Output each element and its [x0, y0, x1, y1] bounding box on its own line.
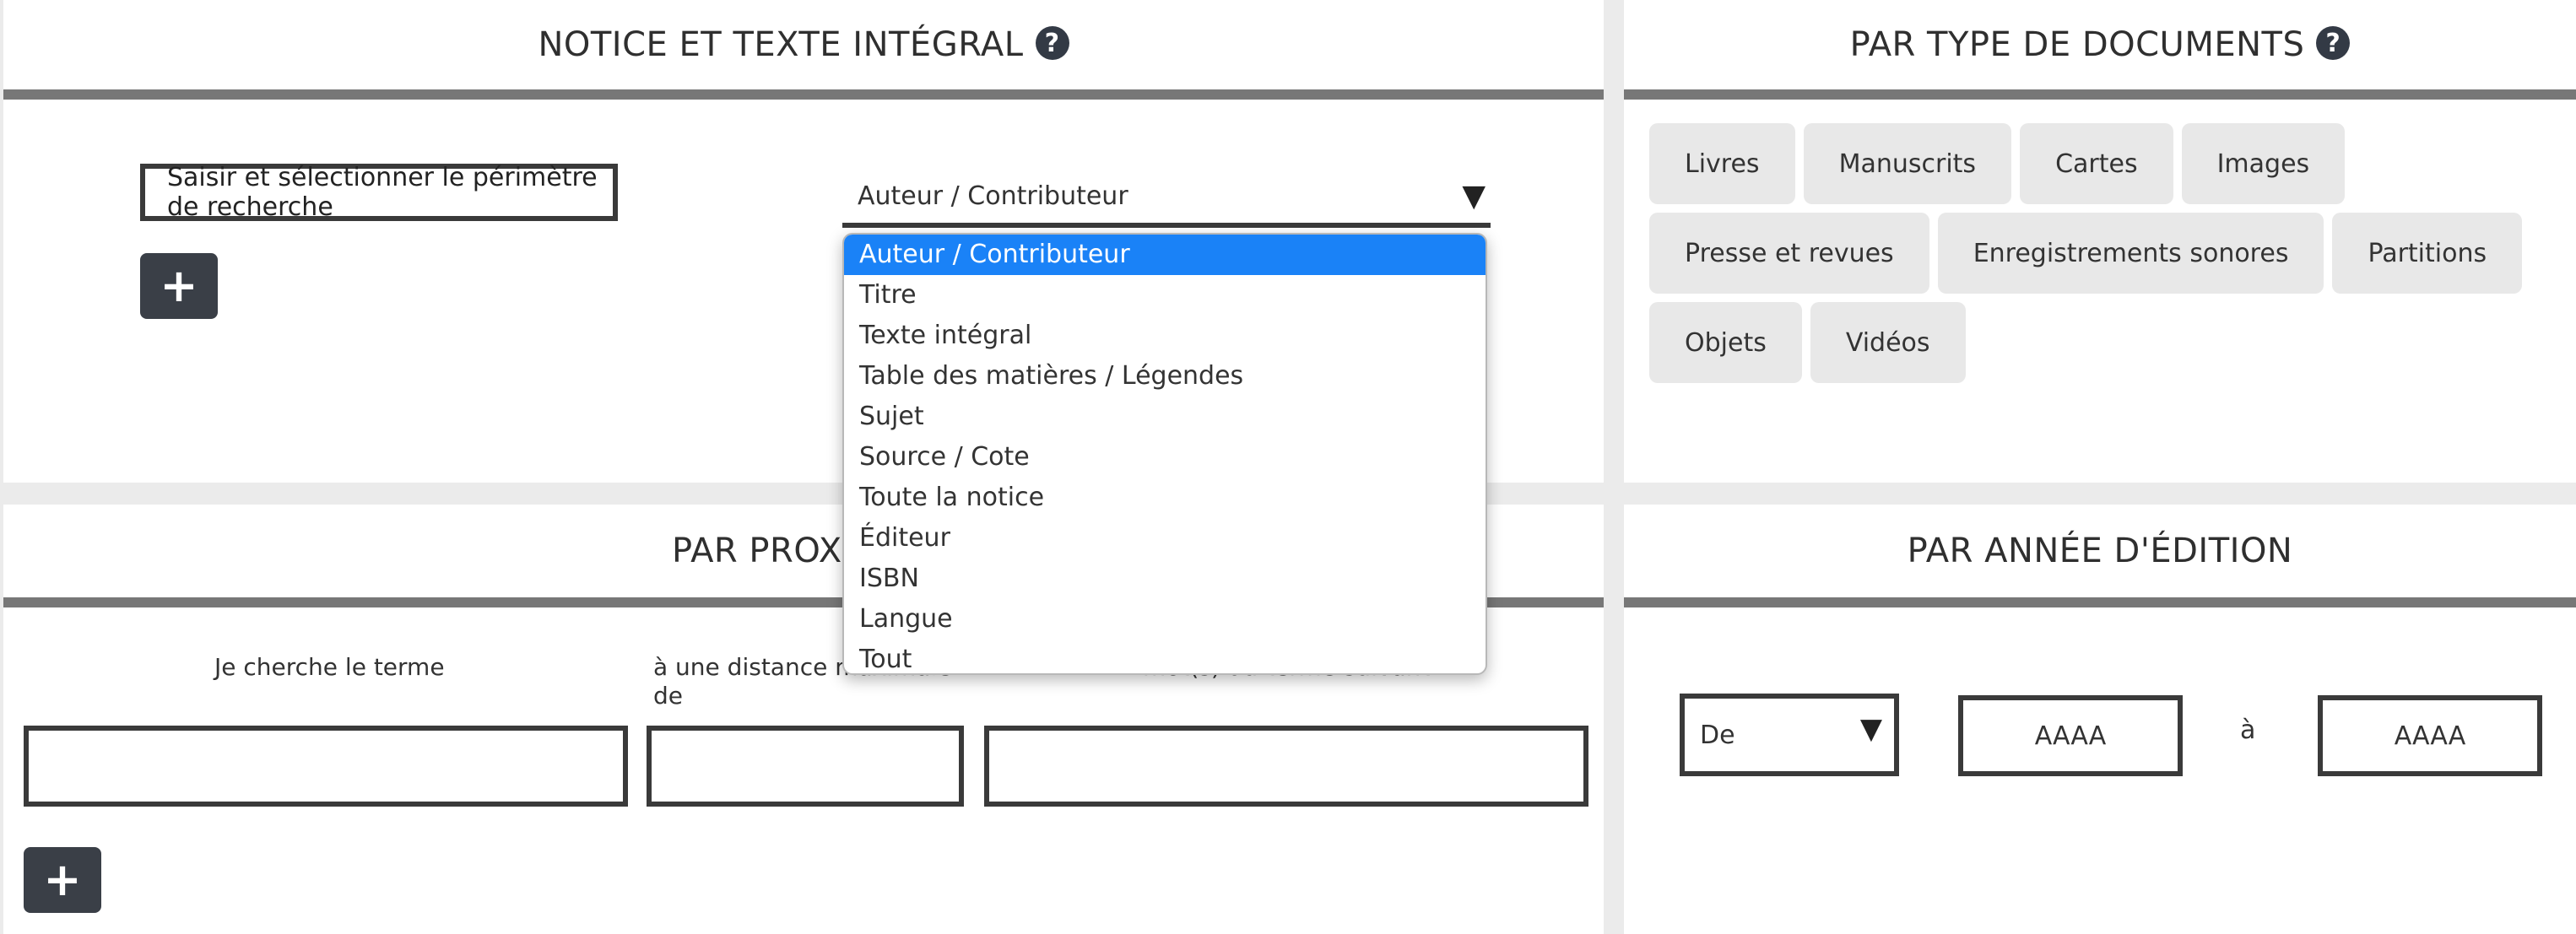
year-mode-select[interactable]: De ▼	[1680, 694, 1899, 776]
term-label: Je cherche le terme	[214, 653, 445, 681]
types-header: PAR TYPE DE DOCUMENTS ?	[1624, 0, 2576, 100]
year-title: PAR ANNÉE D'ÉDITION	[1907, 532, 2293, 570]
type-button-livres[interactable]: Livres	[1649, 123, 1795, 204]
field-option[interactable]: Source / Cote	[844, 437, 1486, 478]
field-option[interactable]: Table des matières / Légendes	[844, 356, 1486, 397]
scope-search-input[interactable]: Saisir et sélectionner le périmètre de r…	[140, 163, 618, 222]
type-button-videos[interactable]: Vidéos	[1810, 302, 1966, 383]
field-option[interactable]: Sujet	[844, 397, 1486, 437]
type-button-objets[interactable]: Objets	[1649, 302, 1802, 383]
year-header: PAR ANNÉE D'ÉDITION	[1624, 505, 2576, 607]
type-button-cartes[interactable]: Cartes	[2020, 123, 2173, 204]
field-options-listbox[interactable]: Auteur / Contributeur Titre Texte intégr…	[842, 233, 1487, 675]
types-title: PAR TYPE DE DOCUMENTS	[1849, 25, 2305, 64]
field-option[interactable]: Auteur / Contributeur	[844, 235, 1486, 275]
question-circle-icon[interactable]: ?	[1035, 26, 1069, 60]
field-option[interactable]: Éditeur	[844, 518, 1486, 559]
type-button-images[interactable]: Images	[2181, 123, 2346, 204]
year-to-label: à	[2240, 715, 2256, 745]
notice-title: NOTICE ET TEXTE INTÉGRAL	[538, 25, 1024, 64]
notice-header: NOTICE ET TEXTE INTÉGRAL ?	[3, 0, 1604, 100]
chevron-down-icon[interactable]: ▼	[1462, 179, 1486, 213]
distance-input[interactable]	[647, 726, 964, 807]
field-option[interactable]: Tout	[844, 640, 1486, 673]
year-to-input[interactable]: AAAA	[2318, 695, 2542, 776]
term-input[interactable]	[24, 726, 628, 807]
year-from-input[interactable]: AAAA	[1958, 695, 2183, 776]
year-mode-value: De	[1700, 720, 1735, 750]
field-option[interactable]: Langue	[844, 599, 1486, 640]
type-button-enregistrements[interactable]: Enregistrements sonores	[1937, 213, 2324, 294]
type-button-manuscrits[interactable]: Manuscrits	[1803, 123, 2012, 204]
type-buttons: Livres Manuscrits Cartes Images Presse e…	[1649, 123, 2561, 383]
add-criterion-button[interactable]: +	[140, 253, 218, 319]
field-option[interactable]: Texte intégral	[844, 316, 1486, 356]
field-select[interactable]: Auteur / Contributeur ▼	[842, 169, 1491, 228]
field-option[interactable]: Toute la notice	[844, 478, 1486, 518]
add-proximity-button[interactable]: +	[24, 847, 101, 913]
type-button-partitions[interactable]: Partitions	[2332, 213, 2523, 294]
field-option[interactable]: ISBN	[844, 559, 1486, 599]
year-panel: PAR ANNÉE D'ÉDITION De ▼ AAAA à AAAA	[1624, 505, 2576, 934]
field-select-value: Auteur / Contributeur	[858, 181, 1128, 211]
type-button-presse[interactable]: Presse et revues	[1649, 213, 1929, 294]
next-term-input[interactable]	[984, 726, 1588, 807]
question-circle-icon[interactable]: ?	[2316, 26, 2351, 60]
field-option[interactable]: Titre	[844, 275, 1486, 316]
chevron-down-icon[interactable]: ▼	[1860, 712, 1882, 746]
document-types-panel: PAR TYPE DE DOCUMENTS ? Livres Manuscrit…	[1624, 0, 2576, 483]
